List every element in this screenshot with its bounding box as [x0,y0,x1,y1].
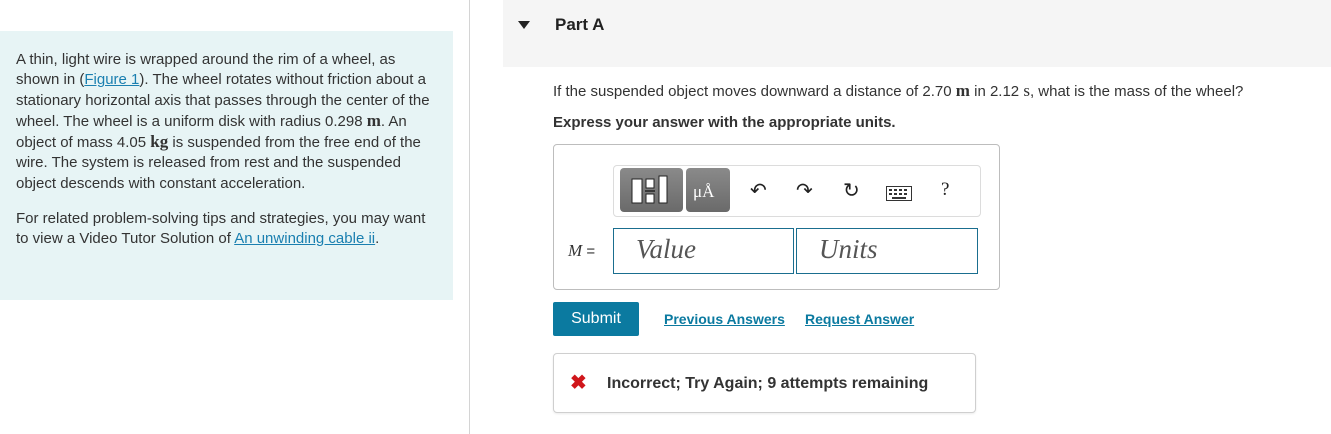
units-button[interactable]: μÅ [686,168,730,212]
unit-m: m [366,110,381,130]
collapse-triangle-icon[interactable] [518,21,530,29]
question-text: If the suspended object moves downward a… [553,81,1244,100]
video-tutor-link[interactable]: An unwinding cable ii [234,230,375,247]
column-divider [469,0,470,434]
feedback-text: Incorrect; Try Again; 9 attempts remaini… [607,375,929,392]
unit-s: s [1023,81,1030,100]
previous-answers-link[interactable]: Previous Answers [664,311,785,327]
answer-variable-label: M = [568,241,596,260]
help-icon[interactable]: ? [941,179,949,201]
reset-icon[interactable]: ↻ [843,178,860,203]
problem-statement-panel: A thin, light wire is wrapped around the… [0,31,453,300]
undo-icon[interactable]: ↶ [750,178,767,203]
part-header[interactable]: Part A [503,0,1331,67]
problem-text: A thin, light wire is wrapped around the… [16,51,430,192]
request-answer-link[interactable]: Request Answer [805,311,914,327]
tips-text: For related problem-solving tips and str… [16,210,426,248]
feedback-box: ✖ Incorrect; Try Again; 9 attempts remai… [553,353,976,413]
submit-button[interactable]: Submit [553,302,639,336]
part-title: Part A [555,15,605,34]
units-icon: μÅ [693,182,715,201]
keyboard-icon-svg [886,186,912,201]
instructions: Express your answer with the appropriate… [553,114,896,131]
figure-link[interactable]: Figure 1 [84,71,139,88]
templates-button[interactable] [620,168,683,212]
error-x-icon: ✖ [570,372,587,394]
unit-m: m [955,81,970,100]
keyboard-icon[interactable] [886,184,912,207]
units-input[interactable]: Units [796,228,978,274]
unit-kg: kg [150,132,169,152]
value-input[interactable]: Value [613,228,794,274]
math-toolbar: μÅ ↶ ↷ ↻ ? [613,165,981,217]
answer-box: μÅ ↶ ↷ ↻ ? M = Value Units [553,144,1000,290]
templates-icon [631,175,668,204]
redo-icon[interactable]: ↷ [796,178,813,203]
